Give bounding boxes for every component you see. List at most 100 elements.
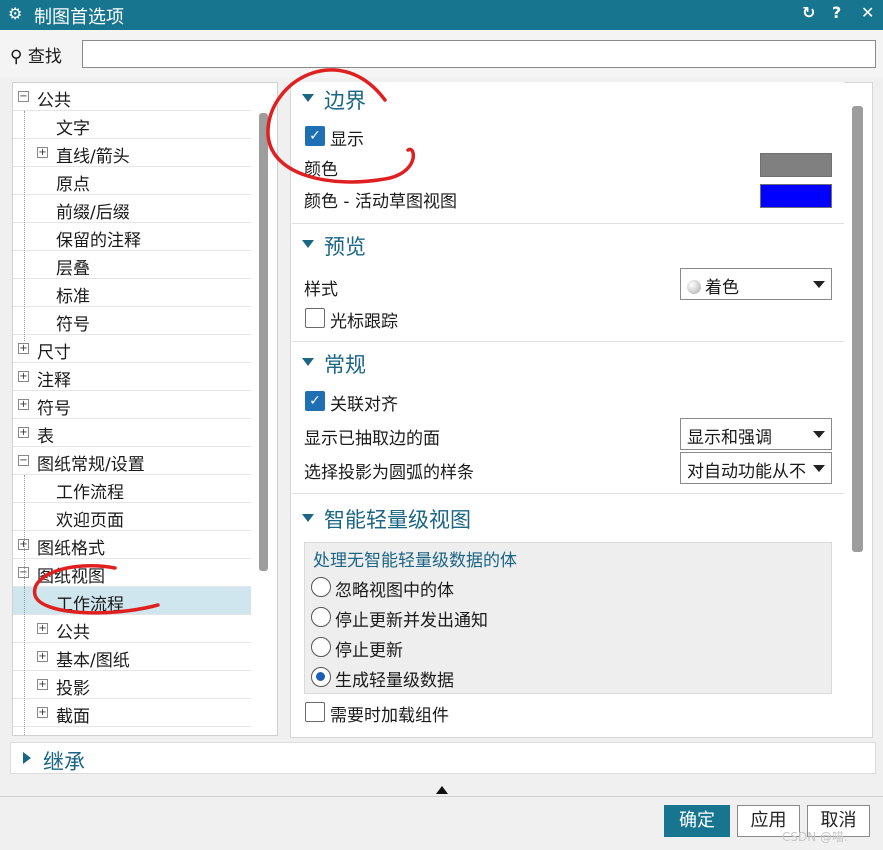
tree-item[interactable]: 标准 xyxy=(13,279,251,307)
tree-item-label: 图纸格式 xyxy=(37,539,105,559)
tree-item[interactable]: 前缀/后缀 xyxy=(13,195,251,223)
chevron-down-icon xyxy=(813,431,825,438)
style-label: 样式 xyxy=(304,280,338,300)
radio-stop-notify-label: 停止更新并发出通知 xyxy=(335,611,488,631)
radio-stop-update[interactable] xyxy=(311,637,331,657)
tree-scrollbar[interactable] xyxy=(259,113,268,571)
active-color-label: 颜色 - 活动草图视图 xyxy=(304,192,457,212)
tree-item[interactable]: + 注释 xyxy=(13,363,251,391)
tree-item[interactable]: 符号 xyxy=(13,307,251,335)
tree-item[interactable]: 工作流程 xyxy=(13,587,251,615)
tree-item-label: 符号 xyxy=(56,315,90,335)
tree-item-label: 尺寸 xyxy=(37,343,71,363)
help-icon[interactable]: ? xyxy=(832,3,841,22)
chevron-down-icon xyxy=(813,281,825,288)
expand-icon[interactable]: + xyxy=(37,707,48,718)
tree-item-label: 工作流程 xyxy=(56,483,124,503)
watermark: CSDN @喵. xyxy=(782,830,848,844)
expand-icon[interactable]: + xyxy=(18,371,29,382)
tree-guide-line xyxy=(24,111,25,341)
tree-item[interactable]: + 公共 xyxy=(13,615,251,643)
chevron-down-icon xyxy=(813,465,825,472)
radio-ignore-bodies[interactable] xyxy=(311,577,331,597)
tree-item[interactable]: + 表 xyxy=(13,419,251,447)
tree-item[interactable]: + 图纸格式 xyxy=(13,531,251,559)
extracted-edges-dropdown[interactable]: 显示和强调 xyxy=(680,418,832,450)
tree-item[interactable]: + 基本/图纸 xyxy=(13,643,251,671)
tree-item[interactable]: − 公共 xyxy=(13,83,251,111)
reset-icon[interactable]: ↻ xyxy=(802,3,815,22)
expand-icon[interactable]: + xyxy=(18,399,29,410)
collapse-icon[interactable]: − xyxy=(18,455,29,466)
collapse-triangle-icon[interactable] xyxy=(302,240,314,248)
active-color-swatch[interactable] xyxy=(760,184,832,208)
spline-arc-label: 选择投影为圆弧的样条 xyxy=(304,463,474,483)
expand-icon[interactable]: + xyxy=(37,651,48,662)
tree-item[interactable]: + 投影 xyxy=(13,671,251,699)
tree-item-label: 欢迎页面 xyxy=(56,511,124,531)
tree-item[interactable]: + 尺寸 xyxy=(13,335,251,363)
close-icon[interactable]: ✕ xyxy=(861,3,874,22)
tree-item[interactable]: 保留的注释 xyxy=(13,223,251,251)
border-color-swatch[interactable] xyxy=(760,153,832,177)
expand-icon[interactable]: + xyxy=(18,343,29,354)
tree-item[interactable]: + 直线/箭头 xyxy=(13,139,251,167)
load-components-checkbox[interactable] xyxy=(305,702,325,722)
radio-generate-data[interactable] xyxy=(311,667,331,687)
tree-item-label: 截面 xyxy=(56,707,90,727)
section-preview-heading[interactable]: 预览 xyxy=(324,231,366,261)
search-input[interactable] xyxy=(82,40,876,68)
section-border-heading[interactable]: 边界 xyxy=(324,85,366,115)
radio-stop-notify[interactable] xyxy=(311,607,331,627)
tree-item-label: 详细 xyxy=(56,730,90,735)
tree-item[interactable]: 原点 xyxy=(13,167,251,195)
collapse-triangle-icon[interactable] xyxy=(302,94,314,102)
collapse-icon[interactable]: − xyxy=(18,91,29,102)
tree-item-label: 表 xyxy=(37,427,54,447)
tree-item[interactable]: 文字 xyxy=(13,111,251,139)
tree-item[interactable]: 欢迎页面 xyxy=(13,503,251,531)
section-inherit[interactable]: 继承 xyxy=(10,742,876,774)
associative-align-checkbox[interactable]: ✓ xyxy=(305,391,325,411)
section-lightweight-heading[interactable]: 智能轻量级视图 xyxy=(324,504,471,534)
tree-item-label: 直线/箭头 xyxy=(56,147,130,167)
section-general-heading[interactable]: 常规 xyxy=(324,349,366,379)
radio-ignore-bodies-label: 忽略视图中的体 xyxy=(335,581,454,601)
tree-item[interactable]: 工作流程 xyxy=(13,475,251,503)
binoculars-icon: ⚲ xyxy=(10,47,23,67)
tree-item-label: 工作流程 xyxy=(56,595,124,615)
expand-icon[interactable]: + xyxy=(37,623,48,634)
tree-item-label: 标准 xyxy=(56,287,90,307)
tree-item[interactable]: + 截面 xyxy=(13,699,251,727)
collapse-triangle-icon[interactable] xyxy=(302,514,314,522)
tree-item-label: 文字 xyxy=(56,119,90,139)
collapse-triangle-icon[interactable] xyxy=(302,358,314,366)
search-label: ⚲ 查找 xyxy=(10,47,62,67)
tree-item-label: 保留的注释 xyxy=(56,231,141,251)
tree-item[interactable]: − 图纸视图 xyxy=(13,559,251,587)
tree-item[interactable]: 层叠 xyxy=(13,251,251,279)
show-border-label: 显示 xyxy=(330,130,364,150)
cursor-tracking-checkbox[interactable] xyxy=(305,308,325,328)
tree-item[interactable]: + 符号 xyxy=(13,391,251,419)
tree-item[interactable]: − 图纸常规/设置 xyxy=(13,447,251,475)
expand-icon[interactable]: + xyxy=(37,147,48,158)
preferences-tree: − 公共 文字 + 直线/箭头 原点 前缀/后缀 保留的注释 层叠 标准 符号 + 尺寸 + 注释 + 符号 + 表… xyxy=(12,82,278,736)
cursor-tracking-label: 光标跟踪 xyxy=(330,312,398,332)
section-general: 常规 ✓ 关联对齐 显示已抽取边的面 显示和强调 选择投影为圆弧的样条 对自动功… xyxy=(292,346,844,494)
associative-align-label: 关联对齐 xyxy=(330,395,398,415)
load-components-label: 需要时加载组件 xyxy=(330,706,449,726)
expand-triangle-icon xyxy=(23,752,31,764)
expand-icon[interactable]: + xyxy=(37,735,48,736)
shaded-sphere-icon xyxy=(687,280,701,294)
tree-item[interactable]: + 详细 xyxy=(13,727,251,736)
expand-icon[interactable]: + xyxy=(18,427,29,438)
show-border-checkbox[interactable]: ✓ xyxy=(305,126,325,146)
settings-scrollbar[interactable] xyxy=(852,106,863,552)
expand-icon[interactable]: + xyxy=(37,679,48,690)
spline-arc-dropdown[interactable]: 对自动功能从不 xyxy=(680,452,832,484)
ok-button[interactable]: 确定 xyxy=(664,805,730,837)
tree-item-label: 公共 xyxy=(37,91,71,111)
style-dropdown[interactable]: 着色 xyxy=(680,268,832,300)
collapse-up-icon[interactable] xyxy=(436,786,448,794)
